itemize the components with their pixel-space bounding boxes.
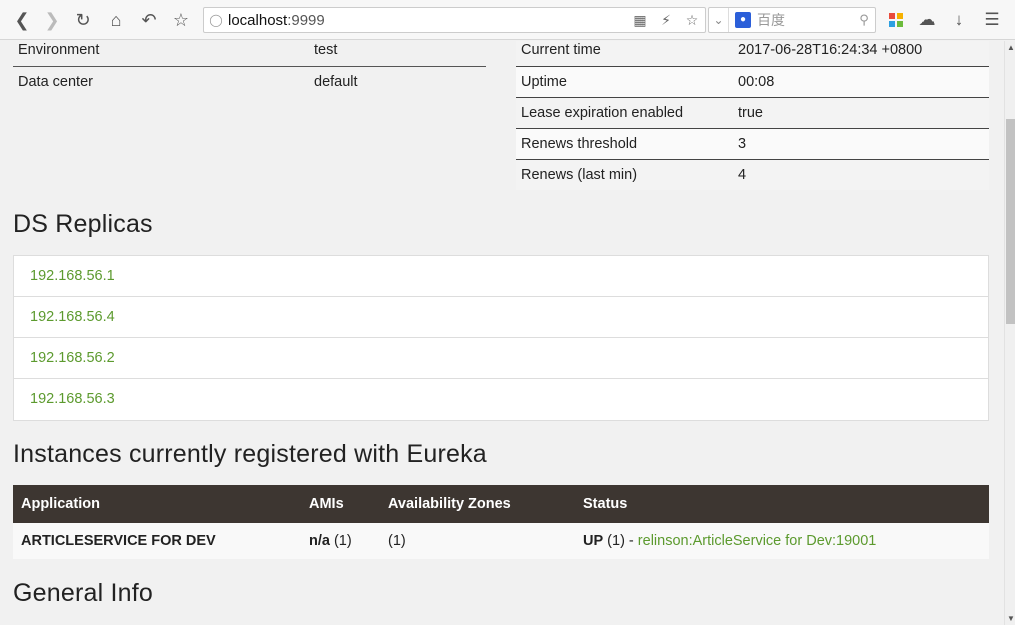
env-key: Data center (18, 73, 93, 90)
status-cell: UP (1) - relinson:ArticleService for Dev… (575, 523, 989, 559)
table-header-row: Application AMIs Availability Zones Stat… (13, 485, 989, 523)
instances-table: Application AMIs Availability Zones Stat… (13, 485, 989, 559)
status-up: UP (583, 533, 604, 549)
back-icon[interactable]: ❮ (7, 5, 37, 35)
download-icon[interactable]: ↓ (944, 5, 974, 35)
amis-cell: n/a (1) (301, 523, 380, 559)
url-host: localhost (228, 11, 288, 29)
search-icon[interactable]: ⚲ (853, 12, 875, 28)
address-bar[interactable]: ◯ localhost:9999 ▦ ⚡ ☆ (203, 7, 706, 33)
env-value: default (314, 73, 358, 90)
url-port: :9999 (287, 11, 325, 29)
bookmark-star-icon[interactable]: ☆ (166, 5, 196, 35)
ds-replicas-list: 192.168.56.1 192.168.56.4 192.168.56.2 1… (13, 255, 989, 421)
application-name: ARTICLESERVICE FOR DEV (21, 533, 216, 549)
instance-link[interactable]: relinson:ArticleService for Dev:19001 (638, 533, 877, 549)
search-input[interactable]: 百度 (757, 10, 853, 30)
status-key: Uptime (521, 73, 567, 90)
column-header-application: Application (21, 496, 100, 512)
table-row: Data center default (13, 66, 486, 97)
status-count: (1) - (603, 533, 638, 549)
favorite-star-icon[interactable]: ☆ (679, 12, 705, 29)
shield-icon: ◯ (209, 13, 223, 27)
env-key: Environment (18, 42, 100, 59)
reload-icon[interactable]: ↻ (68, 5, 98, 35)
table-row: Uptime 00:08 (516, 66, 989, 97)
url-text[interactable]: localhost:9999 (228, 12, 627, 29)
cloud-icon[interactable]: ☁ (912, 5, 942, 35)
status-key: Current time (521, 42, 601, 59)
qr-code-icon[interactable]: ▦ (627, 12, 653, 29)
column-header-status: Status (583, 496, 628, 512)
forward-icon[interactable]: ❯ (37, 5, 67, 35)
status-value: 4 (738, 166, 747, 183)
status-table: Current time 2017-06-28T16:24:34 +0800 U… (516, 41, 989, 190)
status-value: 00:08 (738, 73, 775, 90)
menu-icon[interactable]: ☰ (977, 5, 1007, 35)
table-row: Renews threshold 3 (516, 128, 989, 159)
amis-value: n/a (309, 533, 330, 549)
amis-count: (1) (329, 533, 352, 549)
table-row: Lease expiration enabled true (516, 97, 989, 128)
replica-link[interactable]: 192.168.56.3 (14, 379, 988, 420)
instances-heading: Instances currently registered with Eure… (13, 440, 487, 468)
lightning-icon[interactable]: ⚡ (653, 12, 679, 29)
status-key: Renews threshold (521, 135, 638, 152)
search-box[interactable]: ⌄ ● 百度 ⚲ (708, 7, 876, 33)
scrollbar-thumb[interactable] (1006, 119, 1015, 324)
status-value: 3 (738, 135, 747, 152)
undo-icon[interactable]: ↶ (134, 5, 164, 35)
home-icon[interactable]: ⌂ (101, 5, 131, 35)
status-key: Lease expiration enabled (521, 104, 684, 121)
replica-link[interactable]: 192.168.56.2 (14, 338, 988, 379)
scroll-up-icon[interactable]: ▲ (1007, 43, 1015, 52)
baidu-paw-icon[interactable]: ● (735, 12, 751, 28)
chevron-down-icon[interactable]: ⌄ (709, 8, 729, 32)
environment-table: Environment test Data center default (13, 41, 486, 97)
browser-toolbar: ❮ ❯ ↻ ⌂ ↶ ☆ ◯ localhost:9999 ▦ ⚡ ☆ ⌄ ● 百… (0, 0, 1015, 40)
page-content: Environment test Data center default Cur… (0, 41, 1004, 625)
replica-link[interactable]: 192.168.56.4 (14, 297, 988, 338)
apps-grid-icon[interactable] (881, 5, 911, 35)
column-header-amis: AMIs (309, 496, 344, 512)
table-row: Environment test (13, 41, 486, 66)
vertical-scrollbar[interactable]: ▲ ▼ (1004, 41, 1015, 625)
application-cell: ARTICLESERVICE FOR DEV (13, 523, 301, 559)
env-value: test (314, 42, 338, 59)
status-value: true (738, 104, 763, 121)
general-info-heading: General Info (13, 579, 153, 607)
ds-replicas-heading: DS Replicas (13, 210, 153, 238)
table-row: ARTICLESERVICE FOR DEV n/a (1) (1) UP (1… (13, 523, 989, 559)
status-value: 2017-06-28T16:24:34 +0800 (738, 42, 923, 59)
column-header-zones: Availability Zones (388, 496, 511, 512)
scroll-down-icon[interactable]: ▼ (1007, 614, 1015, 623)
replica-link[interactable]: 192.168.56.1 (14, 256, 988, 297)
zones-cell: (1) (388, 533, 406, 549)
status-key: Renews (last min) (521, 166, 638, 183)
table-row: Current time 2017-06-28T16:24:34 +0800 (516, 41, 989, 66)
table-row: Renews (last min) 4 (516, 159, 989, 190)
